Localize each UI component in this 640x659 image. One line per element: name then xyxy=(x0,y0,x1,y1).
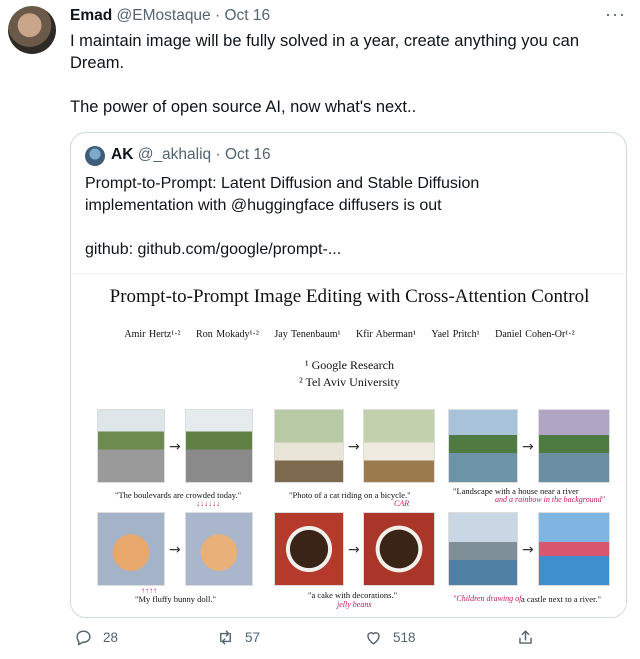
figure-image-cat-car xyxy=(363,409,435,483)
figure-image-landscape-rainbow xyxy=(538,409,610,483)
figure-image-street-after xyxy=(185,409,253,483)
edit-arrow-icon: → xyxy=(348,542,360,558)
author-handle[interactable]: @EMostaque xyxy=(117,7,211,24)
retweet-icon xyxy=(220,630,231,645)
quoted-author-name: AK xyxy=(111,146,134,163)
figure-annotation: CAR xyxy=(394,499,410,508)
figure-image-street-before xyxy=(97,409,165,483)
tweet-text: I maintain image will be fully solved in… xyxy=(70,30,610,118)
quoted-author-handle: @_akhaliq xyxy=(137,146,212,163)
paper-affiliation: ¹ Google Research xyxy=(305,358,394,372)
separator-dot: · xyxy=(215,146,221,163)
paper-preview-image[interactable]: Prompt-to-Prompt Image Editing with Cros… xyxy=(71,273,626,617)
figure-image-cake-after xyxy=(363,512,435,586)
paper-author: Jay Tenenbaum¹ xyxy=(274,329,341,340)
edit-arrow-icon: → xyxy=(169,542,181,558)
edit-arrow-icon: → xyxy=(348,439,360,455)
tweet-header: Emad @EMostaque · Oct 16 xyxy=(70,7,270,25)
heart-icon xyxy=(367,632,380,645)
figure-caption: "The boulevards are crowded today." xyxy=(115,490,242,500)
tweet-line: Dream. xyxy=(70,54,125,72)
quoted-tweet-text: Prompt-to-Prompt: Latent Diffusion and S… xyxy=(85,173,605,261)
paper-affiliation: ² Tel Aviv University xyxy=(299,375,400,389)
tweet-line: I maintain image will be fully solved in… xyxy=(70,32,580,50)
figure-image-cat-bicycle xyxy=(274,409,344,483)
paper-author: Yael Pritch¹ xyxy=(431,329,480,340)
figure-image-castle-drawing xyxy=(538,512,610,586)
quoted-author-avatar xyxy=(85,146,105,166)
like-count: 518 xyxy=(393,630,416,645)
reply-count: 28 xyxy=(103,630,119,645)
paper-author: Daniel Cohen-Or¹·² xyxy=(495,329,575,340)
like-button[interactable]: 518 xyxy=(364,628,416,647)
edit-arrow-icon: → xyxy=(522,542,534,558)
paper-author: Kfir Aberman¹ xyxy=(356,329,416,340)
figure-annotation: "Children drawing of xyxy=(453,594,522,603)
tweet-date[interactable]: Oct 16 xyxy=(224,7,270,24)
quoted-line: implementation with @huggingface diffuse… xyxy=(85,197,442,214)
share-icon xyxy=(519,630,532,644)
tweet-line: The power of open source AI, now what's … xyxy=(70,98,417,116)
figure-caption: "Photo of a cat riding on a bicycle." xyxy=(289,490,411,500)
retweet-count: 57 xyxy=(245,630,261,645)
paper-title: Prompt-to-Prompt Image Editing with Cros… xyxy=(109,286,590,307)
author-avatar[interactable] xyxy=(8,6,56,54)
paper-authors: Amir Hertz¹·² Ron Mokady¹·² Jay Tenenbau… xyxy=(71,329,626,340)
author-name[interactable]: Emad xyxy=(70,7,112,24)
separator-dot: · xyxy=(215,7,221,24)
figure-image-cake-before xyxy=(274,512,344,586)
reply-icon xyxy=(76,630,91,646)
quoted-link-line[interactable]: github: github.com/google/prompt-... xyxy=(85,239,605,261)
tweet-actions: 28 57 518 xyxy=(70,628,610,654)
figure-annotation: ↓↓↓↓↓↓ xyxy=(196,499,220,508)
figure-caption: "a cake with decorations." xyxy=(308,590,398,600)
paper-author: Amir Hertz¹·² xyxy=(124,329,181,340)
retweet-button[interactable]: 57 xyxy=(216,628,260,647)
quoted-tweet[interactable]: AK @_akhaliq · Oct 16 Prompt-to-Prompt: … xyxy=(70,132,627,618)
share-button[interactable] xyxy=(516,628,535,647)
figure-image-bunny-before xyxy=(97,512,165,586)
figure-annotation: jelly beans xyxy=(337,600,372,609)
edit-arrow-icon: → xyxy=(169,439,181,455)
figure-image-landscape-before xyxy=(448,409,518,483)
more-options-icon[interactable]: ··· xyxy=(605,4,626,25)
quoted-tweet-date: Oct 16 xyxy=(224,146,271,163)
quoted-tweet-header: AK @_akhaliq · Oct 16 xyxy=(111,146,271,164)
figure-caption: a castle next to a river." xyxy=(521,594,601,604)
paper-author: Ron Mokady¹·² xyxy=(196,329,259,340)
figure-image-castle-before xyxy=(448,512,518,586)
figure-caption: "My fluffy bunny doll." xyxy=(135,594,216,604)
edit-arrow-icon: → xyxy=(522,439,534,455)
quoted-line: Prompt-to-Prompt: Latent Diffusion and S… xyxy=(85,175,480,192)
figure-image-bunny-after xyxy=(185,512,253,586)
reply-button[interactable]: 28 xyxy=(74,628,118,647)
figure-annotation: and a rainbow in the background" xyxy=(495,495,605,504)
